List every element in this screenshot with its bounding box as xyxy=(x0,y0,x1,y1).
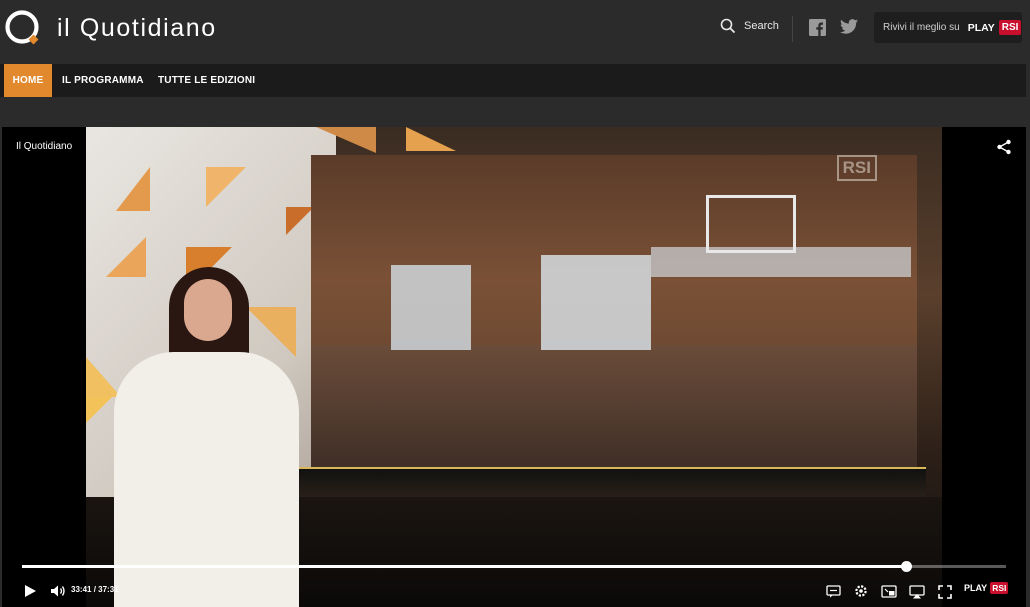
brand-title[interactable]: il Quotidiano xyxy=(57,14,217,43)
playrsi-logo-button[interactable]: PLAY RSI xyxy=(964,582,1009,594)
current-time: 33:41 xyxy=(71,585,92,594)
pip-icon[interactable] xyxy=(881,585,897,598)
rsi-watermark: RSI xyxy=(836,155,877,181)
volume-icon[interactable] xyxy=(50,584,66,598)
gym-floor xyxy=(311,345,917,471)
player-play-label: PLAY xyxy=(964,583,988,593)
rivivi-playrsi-button[interactable]: Rivivi il meglio su PLAY RSI xyxy=(874,12,1022,43)
decor-shape xyxy=(206,167,246,207)
controls-bar xyxy=(2,577,1026,607)
share-icon[interactable] xyxy=(996,139,1012,155)
search-icon xyxy=(720,18,736,34)
gym-window xyxy=(391,265,471,350)
studio-video-wall: RSI xyxy=(311,155,917,471)
rivivi-label: Rivivi il meglio su xyxy=(883,22,960,33)
site-header: il Quotidiano Search Rivivi il meglio su… xyxy=(0,0,1030,62)
basketball-backboard xyxy=(706,195,796,253)
rsi-badge: RSI xyxy=(998,20,1022,35)
presenter-body xyxy=(114,352,299,607)
news-desk xyxy=(226,467,926,499)
player-title: Il Quotidiano xyxy=(16,141,73,152)
twitter-icon[interactable] xyxy=(840,19,858,34)
decor-shape xyxy=(286,207,314,235)
progress-fill xyxy=(22,565,906,568)
nav-item-il-programma[interactable]: IL PROGRAMMA xyxy=(62,64,144,97)
decor-shape xyxy=(316,127,376,153)
facebook-icon[interactable] xyxy=(809,19,826,36)
play-label: PLAY xyxy=(967,21,995,34)
decor-shape xyxy=(406,127,456,151)
nav-item-home[interactable]: HOME xyxy=(4,64,52,97)
subtitles-icon[interactable] xyxy=(826,585,841,598)
main-nav: HOME IL PROGRAMMA TUTTE LE EDIZIONI xyxy=(0,64,1026,97)
fullscreen-icon[interactable] xyxy=(938,585,952,599)
decor-shape xyxy=(86,397,112,423)
presenter xyxy=(114,267,299,607)
nav-item-tutte-le-edizioni[interactable]: TUTTE LE EDIZIONI xyxy=(158,64,255,97)
search-label: Search xyxy=(744,20,779,32)
airplay-icon[interactable] xyxy=(909,585,925,599)
video-player[interactable]: RSI Il Quotidiano 33:41 / 37:31 PLAY RSI xyxy=(2,127,1026,607)
header-divider xyxy=(792,16,793,42)
search-button[interactable]: Search xyxy=(720,18,779,34)
presenter-face xyxy=(184,279,232,341)
gym-window xyxy=(541,255,651,350)
time-display: 33:41 / 37:31 xyxy=(71,585,119,594)
progress-bar[interactable] xyxy=(22,561,1006,572)
settings-icon[interactable] xyxy=(854,584,868,598)
decor-shape xyxy=(116,167,150,211)
video-frame[interactable]: RSI xyxy=(86,127,942,607)
progress-knob[interactable] xyxy=(900,561,912,572)
play-icon[interactable] xyxy=(24,584,37,598)
duration: 37:31 xyxy=(98,585,119,594)
player-rsi-badge: RSI xyxy=(990,582,1009,594)
logo-icon[interactable] xyxy=(4,9,42,47)
